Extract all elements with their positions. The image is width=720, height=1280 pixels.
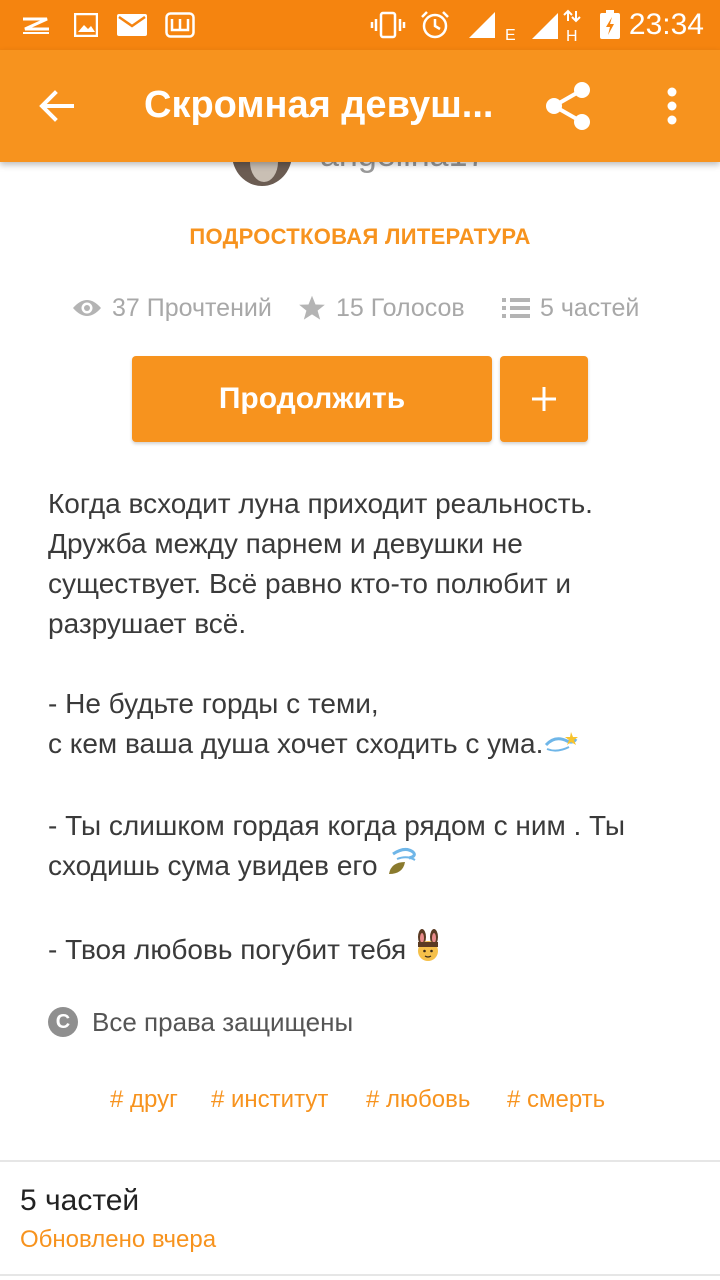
description-paragraph: - Твоя любовь погубит тебя bbox=[48, 928, 678, 974]
share-icon bbox=[546, 82, 590, 130]
reads-stat: 37 Прочтений bbox=[72, 288, 272, 328]
back-button[interactable] bbox=[28, 78, 84, 134]
app-bar: Скромная девуш... bbox=[0, 50, 720, 162]
copyright-icon: C bbox=[48, 1007, 78, 1037]
parts-count: 5 частей bbox=[540, 293, 640, 322]
add-to-library-button[interactable] bbox=[500, 356, 588, 442]
status-bar: E H 23:34 bbox=[0, 0, 720, 50]
story-stats: 37 Прочтений 15 Голосов 5 частей bbox=[0, 288, 720, 328]
eye-icon bbox=[72, 298, 102, 318]
wind-leaf-emoji-icon bbox=[385, 846, 419, 889]
tags-row: # друг # институт # любовь # смерть bbox=[0, 1086, 720, 1122]
app-w-icon bbox=[164, 10, 196, 40]
parts-section-title[interactable]: 5 частей bbox=[20, 1184, 139, 1218]
battery-icon bbox=[596, 10, 624, 40]
description-line: - Не будьте горды с теми, bbox=[48, 688, 379, 719]
bunny-girl-emoji-icon bbox=[414, 928, 442, 974]
dizzy-emoji-icon bbox=[543, 726, 579, 766]
story-title: Скромная девуш... bbox=[144, 84, 494, 126]
tag-chip[interactable]: # любовь bbox=[366, 1086, 470, 1114]
description-paragraph: - Ты слишком гордая когда рядом с ним . … bbox=[48, 806, 678, 889]
list-icon bbox=[502, 297, 530, 319]
story-description: Когда всходит луна приходит реальность. … bbox=[48, 484, 678, 974]
clock: 23:34 bbox=[628, 8, 704, 41]
copyright-text: Все права защищены bbox=[92, 1006, 354, 1037]
votes-stat: 15 Голосов bbox=[298, 288, 465, 328]
tag-chip[interactable]: # друг bbox=[110, 1086, 178, 1114]
menu-z-icon bbox=[18, 10, 54, 40]
plus-icon bbox=[532, 387, 556, 411]
back-arrow-icon bbox=[39, 90, 74, 122]
votes-count: 15 Голосов bbox=[336, 293, 465, 322]
mail-icon bbox=[116, 10, 148, 40]
svg-text:H: H bbox=[566, 28, 578, 41]
svg-text:E: E bbox=[505, 27, 515, 40]
tag-chip[interactable]: # смерть bbox=[507, 1086, 605, 1114]
description-line: с кем ваша душа хочет сходить с ума. bbox=[48, 728, 544, 759]
continue-reading-button[interactable]: Продолжить bbox=[132, 356, 492, 442]
description-paragraph: Когда всходит луна приходит реальность. … bbox=[48, 488, 593, 639]
vibrate-icon bbox=[370, 10, 406, 40]
reads-count: 37 Прочтений bbox=[112, 293, 272, 322]
more-vert-icon bbox=[667, 87, 677, 125]
signal-icon: H bbox=[530, 9, 586, 41]
divider bbox=[0, 1160, 720, 1162]
genre-label[interactable]: ПОДРОСТКОВАЯ ЛИТЕРАТУРА bbox=[0, 224, 720, 250]
alarm-icon bbox=[418, 10, 452, 40]
star-icon bbox=[298, 294, 326, 322]
description-paragraph: - Не будьте горды с теми, с кем ваша душ… bbox=[48, 684, 678, 766]
updated-label: Обновлено вчера bbox=[20, 1226, 217, 1253]
divider bbox=[0, 1274, 720, 1276]
copyright-notice: C Все права защищены bbox=[48, 1002, 353, 1042]
more-options-button[interactable] bbox=[648, 78, 696, 134]
signal-icon: E bbox=[466, 10, 516, 40]
parts-stat: 5 частей bbox=[502, 288, 639, 328]
image-icon bbox=[72, 10, 100, 40]
share-button[interactable] bbox=[540, 78, 596, 134]
tag-chip[interactable]: # институт bbox=[211, 1086, 328, 1114]
